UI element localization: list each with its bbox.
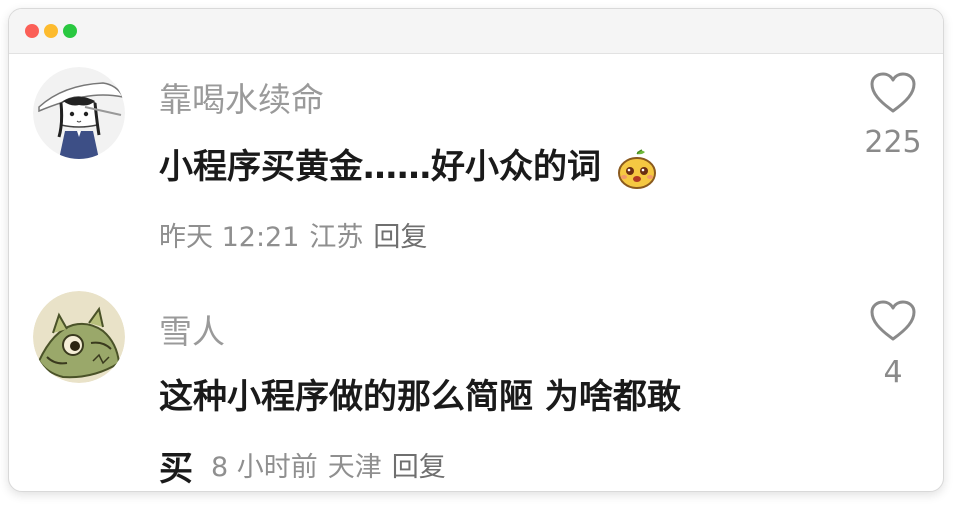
- like-count: 4: [883, 355, 903, 390]
- reply-button[interactable]: 回复: [373, 222, 427, 253]
- comment-meta: 昨天 12:21 江苏 回复: [159, 215, 437, 254]
- title-bar: [9, 9, 943, 54]
- anime-girl-sketch-avatar-icon: [33, 67, 125, 159]
- maximize-window-button[interactable]: [63, 24, 77, 38]
- comment-text-line: 买: [159, 449, 193, 489]
- comment-text-line: 这种小程序做的那么简陋 为啥都敢: [159, 377, 681, 417]
- comment-text-content: 小程序买黄金……好小众的词: [159, 147, 601, 187]
- green-dragon-avatar-icon: [33, 291, 125, 383]
- like-count: 225: [864, 125, 922, 160]
- comment-location: 天津: [327, 452, 382, 483]
- heart-icon[interactable]: [869, 71, 917, 115]
- comment-time: 昨天 12:21: [159, 222, 300, 253]
- comment-time: 8 小时前: [211, 452, 318, 483]
- avatar[interactable]: [33, 291, 125, 383]
- comment-location: 江苏: [309, 222, 364, 253]
- comment-text: 小程序买黄金……好小众的词: [159, 139, 659, 191]
- minimize-window-button[interactable]: [44, 24, 58, 38]
- close-window-button[interactable]: [25, 24, 39, 38]
- comment-meta: 8 小时前 天津 回复: [211, 445, 456, 484]
- heart-icon[interactable]: [869, 299, 917, 343]
- avatar[interactable]: [33, 67, 125, 159]
- comment-username[interactable]: 靠喝水续命: [159, 73, 324, 121]
- comment-username[interactable]: 雪人: [159, 305, 225, 353]
- app-window: 靠喝水续命 小程序买黄金……好小众的词 昨天 12:21 江苏 回复 225 雪…: [8, 8, 944, 492]
- reply-button[interactable]: 回复: [392, 452, 446, 483]
- cute-chestnut-emoji-icon: [617, 148, 656, 189]
